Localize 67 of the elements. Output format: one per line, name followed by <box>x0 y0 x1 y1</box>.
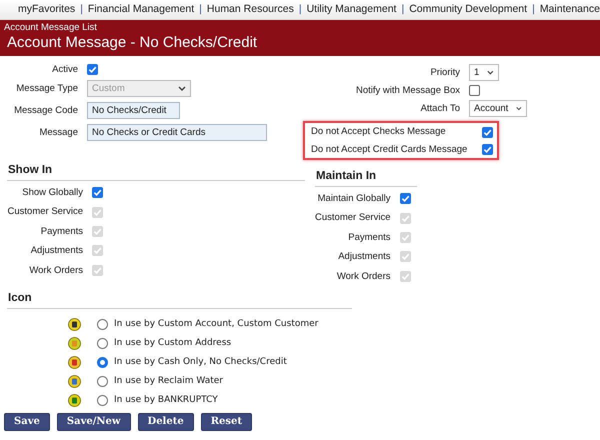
field-label: Adjustments <box>30 245 83 257</box>
field-label: Customer Service <box>315 212 390 224</box>
action-button[interactable]: Save/New <box>56 412 131 431</box>
checkbox[interactable] <box>482 126 493 138</box>
nav-link[interactable]: Utility Management <box>306 3 396 16</box>
nav-link[interactable]: Maintenance <box>540 3 600 16</box>
option-label: In use by Custom Address <box>114 338 232 349</box>
status-icon <box>68 374 81 388</box>
breadcrumb-link[interactable]: Account Message List <box>4 22 596 33</box>
status-icon <box>68 394 81 407</box>
status-icon <box>68 318 81 331</box>
checkbox[interactable] <box>87 64 98 76</box>
checkbox[interactable] <box>92 187 103 198</box>
field-label: Do not Accept Credit Cards Message <box>311 144 468 156</box>
field-label: Payments <box>347 232 390 244</box>
status-icon <box>68 356 81 369</box>
field-label: Maintain Globally <box>316 192 390 204</box>
field-label: Customer Service <box>7 206 83 218</box>
option-label: In use by Reclaim Water <box>114 376 223 387</box>
field-label: Active <box>51 64 78 76</box>
radio-button[interactable] <box>97 318 108 330</box>
nav-separator: | <box>298 3 302 16</box>
option-label: In use by Custom Account, Custom Customer <box>114 318 318 330</box>
nav-link[interactable]: Financial Management <box>88 3 194 16</box>
action-button[interactable]: Delete <box>138 412 194 431</box>
section-heading: Maintain In <box>315 168 417 187</box>
field-label: Message Code <box>13 105 78 117</box>
nav-link[interactable]: Community Development <box>409 3 528 16</box>
page-title: Account Message - No Checks/Credit <box>6 33 258 52</box>
field-label: Attach To <box>420 103 460 115</box>
select-field[interactable]: Account <box>469 100 527 118</box>
field-label: Do not Accept Checks Message <box>311 126 447 138</box>
caret-icon <box>178 86 186 92</box>
nav-separator: | <box>401 3 404 16</box>
checkbox[interactable] <box>400 193 410 204</box>
action-button[interactable]: Save <box>4 412 50 431</box>
text-field[interactable]: No Checks/Credit <box>87 102 180 120</box>
nav-separator: | <box>532 3 535 16</box>
radio-button[interactable] <box>97 356 108 368</box>
caret-icon <box>516 106 522 112</box>
nav-separator: | <box>199 3 202 16</box>
select-field[interactable]: 1 <box>469 64 499 81</box>
nav-link[interactable]: myFavorites <box>18 3 76 16</box>
radio-button[interactable] <box>97 338 108 349</box>
field-label: Adjustments <box>337 251 390 263</box>
field-label: Payments <box>40 226 83 238</box>
section-heading: Icon <box>7 290 352 309</box>
nav-link[interactable]: Human Resources <box>206 3 294 16</box>
nav-separator: | <box>80 3 83 16</box>
option-label: In use by Cash Only, No Checks/Credit <box>114 356 287 368</box>
caret-icon <box>487 70 494 75</box>
field-label: Message Type <box>15 83 78 95</box>
radio-button[interactable] <box>97 394 108 406</box>
field-label: Work Orders <box>336 270 390 282</box>
field-label: Show Globally <box>21 186 83 198</box>
text-field[interactable]: No Checks or Credit Cards <box>87 124 267 142</box>
checkbox[interactable] <box>482 144 493 155</box>
checkbox[interactable] <box>469 85 480 96</box>
field-label: Work Orders <box>28 264 83 276</box>
field-label: Priority <box>429 66 460 78</box>
field-label: Notify with Message Box <box>354 85 460 96</box>
option-label: In use by BANKRUPTCY <box>114 394 218 406</box>
field-label: Message <box>38 127 78 139</box>
section-heading: Show In <box>7 162 305 181</box>
radio-button[interactable] <box>97 376 108 387</box>
status-icon <box>68 336 81 350</box>
action-button[interactable]: Reset <box>200 412 252 431</box>
